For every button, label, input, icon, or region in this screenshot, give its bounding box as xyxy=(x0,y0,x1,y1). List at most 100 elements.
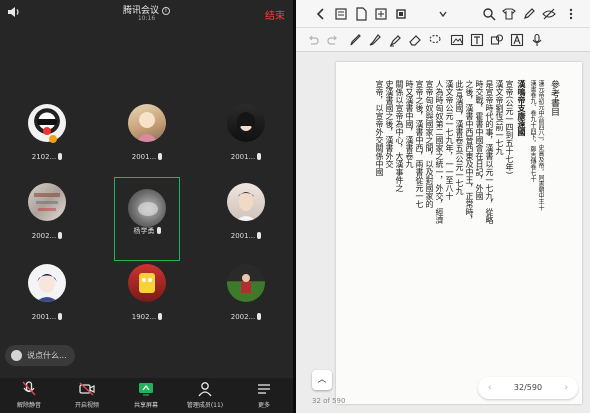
participant-name-row: 2102... xyxy=(14,153,80,161)
search-icon[interactable] xyxy=(482,7,496,21)
more-button[interactable]: 更多 xyxy=(235,381,293,409)
lasso-icon[interactable] xyxy=(428,33,442,47)
shapes-icon[interactable] xyxy=(490,33,504,47)
chat-placeholder: 说点什么... xyxy=(27,351,67,360)
participant-tile[interactable]: 2002... xyxy=(213,256,279,340)
mic-icon xyxy=(257,313,262,320)
participant-tile[interactable]: 2002... xyxy=(14,175,80,259)
text-box-icon[interactable] xyxy=(470,33,484,47)
mic-icon xyxy=(156,227,161,234)
mic-icon xyxy=(158,313,163,320)
participant-name: 2002... xyxy=(230,313,256,321)
page-footer: 32 of 590 xyxy=(312,397,346,405)
avatar xyxy=(28,104,66,142)
more-vertical-icon[interactable] xyxy=(564,7,578,21)
avatar xyxy=(128,104,166,142)
participant-tile[interactable]: 2001... xyxy=(213,96,279,180)
participant-tile[interactable]: 2001... xyxy=(14,256,80,340)
share-screen-button[interactable]: 共享屏幕 xyxy=(117,381,175,409)
chat-icon xyxy=(11,350,22,361)
info-icon[interactable]: i xyxy=(162,7,170,15)
crop-icon[interactable] xyxy=(394,7,408,21)
doc-column-section-title: 漢鳴帝支康遠國 xyxy=(517,80,527,136)
end-meeting-button[interactable]: 结束 xyxy=(265,7,285,22)
participant-name: 2002... xyxy=(31,232,57,240)
export-icon[interactable] xyxy=(374,7,388,21)
participant-name-row: 2001... xyxy=(213,153,279,161)
highlighter-icon[interactable] xyxy=(388,33,402,47)
avatar-image-icon xyxy=(139,273,155,293)
unmute-button[interactable]: 解除静音 xyxy=(0,381,58,409)
mic-icon xyxy=(58,153,63,160)
meeting-panel: 腾讯会议i 10:16 结束 2102... 2001... 2001... xyxy=(0,0,293,413)
participant-tile[interactable]: 2001... xyxy=(114,96,180,180)
image-icon[interactable] xyxy=(450,33,464,47)
theme-icon[interactable] xyxy=(502,7,516,21)
screen: 腾讯会议i 10:16 结束 2102... 2001... 2001... xyxy=(0,0,590,413)
participant-tile-active-speaker[interactable]: 杨学勇 xyxy=(114,177,180,261)
scroll-top-button[interactable]: ︿ xyxy=(312,370,332,390)
fountain-pen-icon[interactable] xyxy=(368,33,382,47)
participant-name: 杨学勇 xyxy=(133,227,155,235)
pen-icon[interactable] xyxy=(348,33,362,47)
doc-column: 史漢書國之後，漢書外交 xyxy=(385,80,394,168)
avatar xyxy=(227,183,265,221)
redo-icon[interactable] xyxy=(326,33,340,47)
share-screen-label: 共享屏幕 xyxy=(133,402,158,409)
ocr-text-icon[interactable] xyxy=(510,33,524,47)
doc-column: 宣帝(公元一四到五十七年) xyxy=(505,80,514,175)
mic-icon xyxy=(158,153,163,160)
participant-name: 2001... xyxy=(230,153,256,161)
unmute-label: 解除静音 xyxy=(16,402,41,409)
edit-pen-icon[interactable] xyxy=(522,7,536,21)
microphone-icon[interactable] xyxy=(530,33,544,47)
avatar xyxy=(227,264,265,302)
mic-muted-icon xyxy=(22,381,36,396)
doc-column-heading: 參考書目 xyxy=(549,80,559,116)
hide-annotations-icon[interactable] xyxy=(542,7,556,21)
participant-tile[interactable]: 1902... xyxy=(114,256,180,340)
doc-column: 漢文帝劉恆(前一七九 xyxy=(495,80,504,156)
document-icon[interactable] xyxy=(354,7,368,21)
undo-icon[interactable] xyxy=(306,33,320,47)
participant-name-row: 2002... xyxy=(14,232,80,240)
more-label: 更多 xyxy=(257,402,270,409)
manage-members-button[interactable]: 管理成员(11) xyxy=(176,381,234,409)
mic-icon xyxy=(58,232,63,239)
chevron-down-icon[interactable] xyxy=(436,7,450,21)
participant-name-row: 1902... xyxy=(114,313,180,321)
avatar-image-icon xyxy=(237,112,255,134)
prev-page-icon[interactable]: ‹ xyxy=(488,377,492,399)
doc-column: 宣帝之後，漢書中西，兩書從元一七 xyxy=(415,80,424,208)
participant-name: 2001... xyxy=(31,313,57,321)
mic-icon xyxy=(257,232,262,239)
members-icon xyxy=(198,382,212,397)
participant-tile[interactable]: 2102... xyxy=(14,96,80,180)
pdf-reader-panel: 參考書目 漢元帝初元中(前四八)，史高及帝，同書朝中王十 漢書卷九、卷九十四下，… xyxy=(296,0,590,413)
avatar-image-icon xyxy=(37,119,57,135)
doc-column: 此言漢國，漢書卷五(公元一七九 xyxy=(455,80,464,196)
outline-icon[interactable] xyxy=(334,7,348,21)
doc-column: 人為時匈奴第二國家之統一，外交，經濟 xyxy=(435,80,444,224)
document-page[interactable]: 參考書目 漢元帝初元中(前四八)，史高及帝，同書朝中王十 漢書卷九、卷九十四下，… xyxy=(336,62,582,404)
avatar-image-icon xyxy=(36,274,58,302)
host-badge-icon xyxy=(49,135,57,143)
avatar xyxy=(28,264,66,302)
start-video-button[interactable]: 开启视频 xyxy=(58,381,116,409)
avatar-image-icon xyxy=(136,112,158,142)
participant-name-row: 杨学勇 xyxy=(115,226,179,236)
next-page-icon[interactable]: › xyxy=(564,377,568,399)
doc-column: 時交戰，霍書中國會在日記，外國 xyxy=(475,80,484,200)
back-icon[interactable] xyxy=(314,7,328,21)
avatar xyxy=(227,104,265,142)
page-navigator[interactable]: ‹ 32/590 › xyxy=(478,377,578,399)
eraser-icon[interactable] xyxy=(408,33,422,47)
page-indicator: 32/590 xyxy=(513,383,543,392)
doc-column: 是宣帝時代的事，漢書以元一七九，從略 xyxy=(485,80,494,224)
participant-name: 2102... xyxy=(31,153,57,161)
chat-input[interactable]: 说点什么... xyxy=(5,345,75,366)
avatar-image-icon xyxy=(241,274,251,293)
participant-tile[interactable]: 2001... xyxy=(213,175,279,259)
mic-icon xyxy=(58,313,63,320)
participant-name-row: 2001... xyxy=(14,313,80,321)
